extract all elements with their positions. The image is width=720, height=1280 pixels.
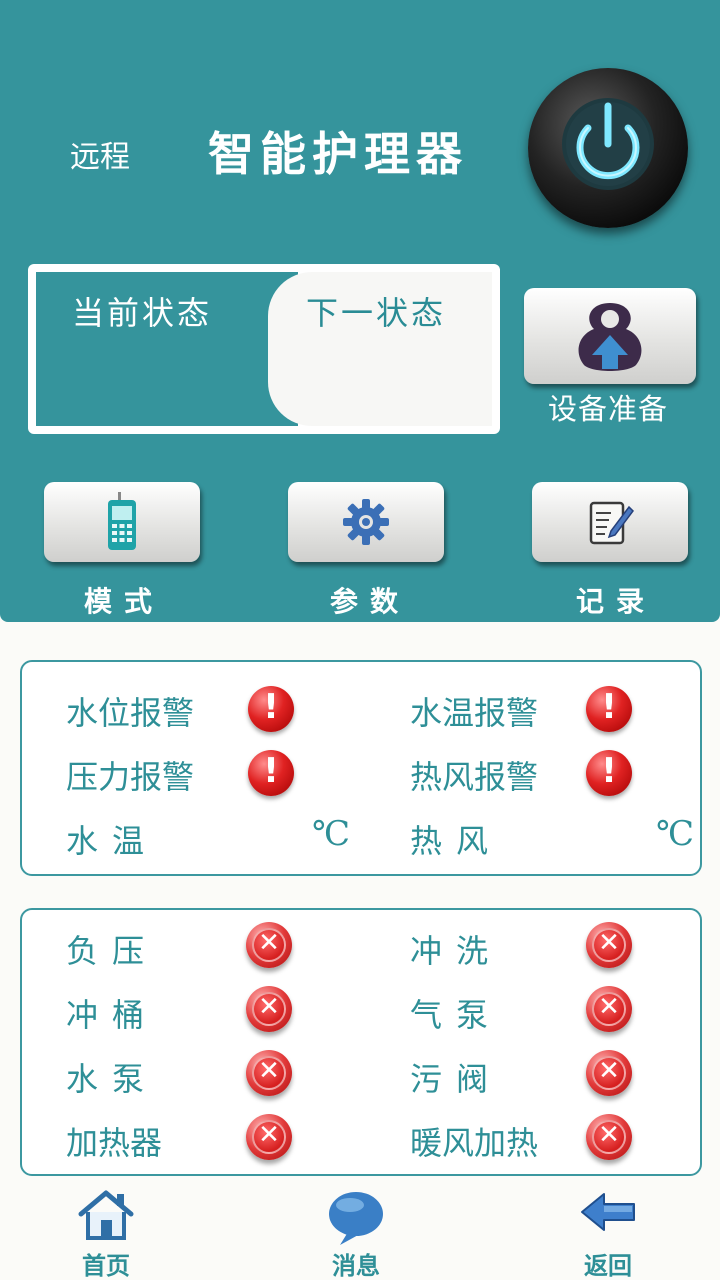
hot-air-alert-icon (586, 750, 632, 796)
back-arrow-icon (581, 1193, 635, 1231)
mode-label: 模式 (84, 585, 165, 618)
hot-air-label: 热风 (410, 822, 503, 860)
water-temp-alert-icon (586, 686, 632, 732)
pressure-alert-icon (248, 750, 294, 796)
gear-icon (343, 499, 389, 545)
bucket-flush-off-icon (246, 986, 292, 1032)
page-title: 智能护理器 (208, 127, 468, 181)
phone-icon (108, 492, 136, 550)
heater-label: 加热器 (66, 1124, 163, 1162)
water-temp-alarm-label: 水温报警 (410, 694, 539, 732)
device-prepare-label: 设备准备 (548, 392, 669, 426)
notepad-icon (589, 501, 634, 545)
water-temp-label: 水温 (66, 822, 159, 860)
water-pump-off-icon (246, 1050, 292, 1096)
nav-messages-label: 消息 (332, 1251, 380, 1280)
current-status-label: 当前状态 (72, 294, 213, 332)
hot-air-alarm-label: 热风报警 (410, 758, 539, 796)
device-prepare-icon (578, 303, 642, 371)
water-temp-unit: ℃ (312, 814, 351, 854)
power-icon (562, 98, 654, 190)
nav-home[interactable]: 首页 (46, 1190, 166, 1280)
device-prepare-button[interactable] (524, 288, 696, 384)
home-icon (78, 1190, 134, 1240)
flush-off-icon (586, 922, 632, 968)
mode-button[interactable] (44, 482, 200, 562)
pressure-alarm-label: 压力报警 (66, 758, 195, 796)
waste-valve-off-icon (586, 1050, 632, 1096)
title-prefix: 远程 (70, 140, 130, 175)
water-pump-label: 水泵 (66, 1060, 159, 1098)
message-icon (329, 1192, 383, 1245)
nav-home-label: 首页 (82, 1251, 130, 1280)
bucket-flush-label: 冲桶 (66, 996, 159, 1034)
records-label: 记录 (576, 585, 657, 618)
nav-messages[interactable]: 消息 (296, 1190, 416, 1280)
air-pump-label: 气泵 (410, 996, 503, 1034)
params-label: 参数 (330, 585, 411, 618)
water-level-alarm-label: 水位报警 (66, 694, 195, 732)
air-pump-off-icon (586, 986, 632, 1032)
negative-pressure-off-icon (246, 922, 292, 968)
water-level-alert-icon (248, 686, 294, 732)
nav-back-label: 返回 (584, 1251, 632, 1280)
power-button[interactable] (528, 68, 688, 228)
hot-air-unit: ℃ (656, 814, 695, 854)
negative-pressure-label: 负压 (66, 932, 159, 970)
heater-off-icon (246, 1114, 292, 1160)
params-button[interactable] (288, 482, 444, 562)
warm-air-heating-label: 暖风加热 (410, 1124, 539, 1162)
flush-label: 冲洗 (410, 932, 503, 970)
waste-valve-label: 污阀 (410, 1060, 503, 1098)
next-status-label: 下一状态 (306, 294, 447, 332)
warm-air-heating-off-icon (586, 1114, 632, 1160)
nav-back[interactable]: 返回 (548, 1190, 668, 1280)
records-button[interactable] (532, 482, 688, 562)
